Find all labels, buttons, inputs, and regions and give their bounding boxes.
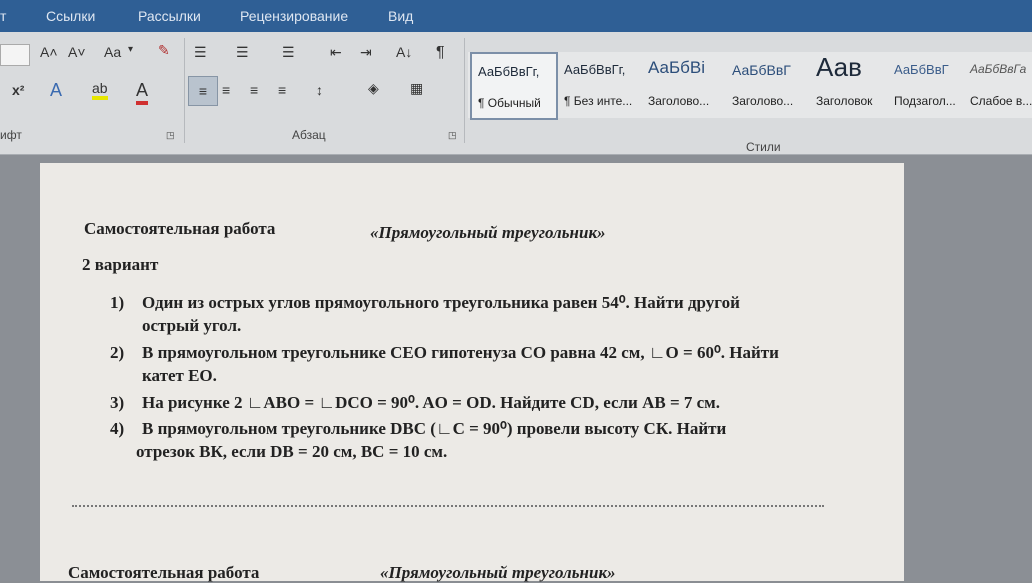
line-spacing-icon[interactable]: ↕ bbox=[316, 82, 323, 98]
ribbon-separator bbox=[464, 38, 465, 143]
group-label-styles: Стили bbox=[746, 140, 781, 154]
align-left-button[interactable]: ≡ bbox=[188, 76, 218, 106]
pilcrow-icon[interactable]: ¶ bbox=[436, 44, 445, 62]
dialog-launcher-icon[interactable]: ◳ bbox=[448, 130, 457, 141]
item-text: В прямоугольном треугольнике СЕО гипотен… bbox=[142, 343, 779, 362]
section-divider bbox=[72, 505, 824, 507]
style-name: ¶ Без инте... bbox=[564, 94, 633, 108]
numbering-icon[interactable]: ☰ bbox=[236, 44, 249, 61]
bullets-icon[interactable]: ☰ bbox=[194, 44, 207, 61]
style-normal[interactable]: АаБбВвГг, ¶ Обычный bbox=[470, 52, 558, 120]
sort-icon[interactable]: A↓ bbox=[396, 44, 412, 60]
style-name: Слабое в... bbox=[970, 94, 1032, 108]
document-area: Самостоятельная работа «Прямоугольный тр… bbox=[0, 155, 1032, 582]
clear-formatting-icon[interactable]: ✎ bbox=[158, 42, 170, 59]
tab-partial[interactable]: т bbox=[0, 8, 6, 24]
align-center-button[interactable]: ≡ bbox=[222, 82, 230, 98]
style-subtitle[interactable]: АаБбВвГ Подзагол... bbox=[888, 52, 962, 116]
tab-review[interactable]: Рецензирование bbox=[240, 8, 348, 24]
highlight-icon[interactable]: ab bbox=[92, 80, 108, 100]
style-no-spacing[interactable]: АаБбВвГг, ¶ Без инте... bbox=[558, 52, 638, 116]
justify-button[interactable]: ≡ bbox=[278, 82, 286, 98]
styles-gallery: АаБбВвГг, ¶ Обычный АаБбВвГг, ¶ Без инте… bbox=[468, 52, 1032, 120]
increase-indent-icon[interactable]: ⇥ bbox=[360, 44, 372, 61]
document-page[interactable]: Самостоятельная работа «Прямоугольный тр… bbox=[40, 163, 904, 582]
style-name: Заголовок bbox=[816, 94, 873, 108]
next-subtitle: «Прямоугольный треугольник» bbox=[380, 563, 616, 582]
dialog-launcher-icon[interactable]: ◳ bbox=[166, 130, 175, 141]
style-name: ¶ Обычный bbox=[478, 96, 541, 110]
shrink-font-button[interactable]: A˅ bbox=[68, 44, 86, 60]
shading-icon[interactable]: ◈ bbox=[368, 80, 379, 97]
variant-label: 2 вариант bbox=[82, 255, 159, 274]
item-text: острый угол. bbox=[142, 316, 242, 335]
style-name: Заголово... bbox=[648, 94, 710, 108]
ribbon-separator bbox=[184, 38, 185, 143]
text-effects-icon[interactable]: A bbox=[50, 80, 62, 101]
group-label-font: ифт bbox=[0, 128, 22, 142]
item-text: отрезок ВК, если DB = 20 см, BC = 10 см. bbox=[136, 442, 448, 461]
style-name: Заголово... bbox=[732, 94, 794, 108]
tab-mailings[interactable]: Рассылки bbox=[138, 8, 201, 24]
style-sample: АаБбВвГг, bbox=[478, 64, 540, 79]
style-sample: АаБбВвГг, bbox=[564, 62, 626, 77]
item-number: 4) bbox=[110, 419, 125, 438]
change-case-button[interactable]: Aa bbox=[104, 44, 121, 60]
tab-view[interactable]: Вид bbox=[388, 8, 413, 24]
multilevel-list-icon[interactable]: ☰ bbox=[282, 44, 295, 61]
chevron-down-icon[interactable]: ▾ bbox=[128, 44, 133, 55]
font-size-box[interactable] bbox=[0, 44, 30, 66]
tab-references[interactable]: Ссылки bbox=[46, 8, 95, 24]
item-number: 3) bbox=[110, 393, 125, 412]
style-sample: АаБбВвГа bbox=[970, 62, 1027, 76]
item-text: На рисунке 2 ∟АВО = ∟DCO = 90⁰. AO = OD.… bbox=[142, 393, 721, 412]
style-title[interactable]: Аав Заголовок bbox=[810, 52, 888, 116]
style-subtle-emphasis[interactable]: АаБбВвГа Слабое в... bbox=[964, 52, 1032, 116]
style-name: Подзагол... bbox=[894, 94, 956, 108]
ribbon-tabs: т Ссылки Рассылки Рецензирование Вид bbox=[0, 0, 1032, 32]
ribbon: A˄ A˅ Aa ▾ ✎ ☰ ☰ ☰ ⇤ ⇥ A↓ ¶ x² A ab A ≡ … bbox=[0, 32, 1032, 155]
item-text: В прямоугольном треугольнике DBC (∟C = 9… bbox=[142, 419, 727, 438]
style-sample: АаБбВі bbox=[648, 58, 705, 77]
style-heading-1[interactable]: АаБбВі Заголово... bbox=[642, 52, 724, 116]
style-sample: Аав bbox=[816, 52, 862, 82]
superscript-icon[interactable]: x² bbox=[12, 82, 24, 98]
style-sample: АаБбВвГ bbox=[894, 62, 949, 77]
group-label-paragraph: Абзац bbox=[292, 128, 326, 142]
item-number: 2) bbox=[110, 343, 125, 362]
document-subtitle: «Прямоугольный треугольник» bbox=[370, 223, 606, 242]
style-heading-2[interactable]: АаБбВвГ Заголово... bbox=[726, 52, 808, 116]
font-color-icon[interactable]: A bbox=[136, 80, 149, 105]
grow-font-button[interactable]: A˄ bbox=[40, 44, 58, 60]
item-text: Один из острых углов прямоугольного треу… bbox=[142, 293, 740, 312]
decrease-indent-icon[interactable]: ⇤ bbox=[330, 44, 342, 61]
borders-icon[interactable]: ▦ bbox=[410, 80, 423, 97]
item-text: катет ЕО. bbox=[142, 366, 217, 385]
style-sample: АаБбВвГ bbox=[732, 62, 791, 78]
align-right-button[interactable]: ≡ bbox=[250, 82, 258, 98]
next-title: Самостоятельная работа bbox=[68, 563, 260, 582]
item-number: 1) bbox=[110, 293, 125, 312]
document-title: Самостоятельная работа bbox=[84, 219, 276, 238]
